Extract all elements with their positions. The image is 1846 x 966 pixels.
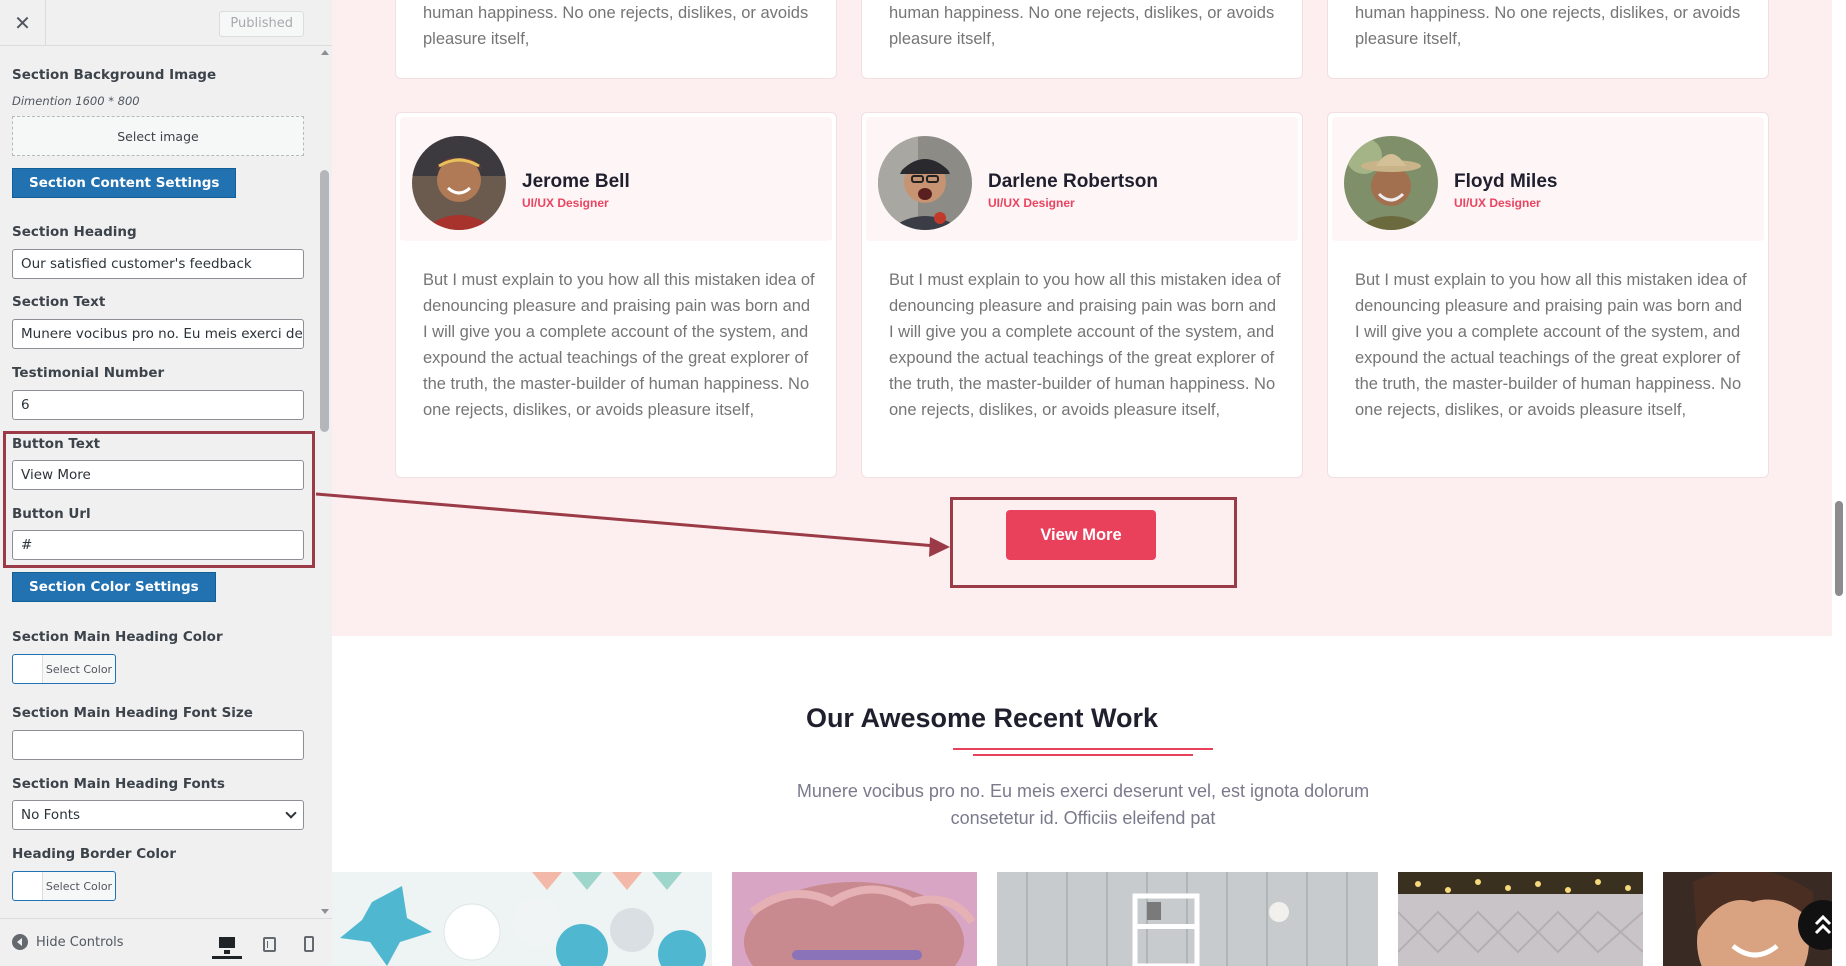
view-more-button[interactable]: View More: [1006, 510, 1156, 560]
work-image-pink-hair[interactable]: [732, 872, 977, 966]
recent-work-text: Munere vocibus pro no. Eu meis exerci de…: [796, 781, 1370, 828]
testimonial-text: human happiness. No one rejects, dislike…: [423, 4, 809, 48]
main-heading-font-size-input[interactable]: [12, 730, 304, 760]
testimonial-card: Jerome Bell UI/UX Designer But I must ex…: [395, 112, 837, 478]
panel-header: ✕ Published: [0, 0, 332, 46]
main-heading-fonts-label: Section Main Heading Fonts: [12, 776, 225, 792]
panel-controls: Section Background Image Dimention 1600 …: [0, 46, 318, 918]
tablet-preview-button[interactable]: [254, 929, 284, 959]
select-color-label: Select Color: [45, 879, 113, 893]
scroll-thumb[interactable]: [320, 170, 329, 432]
color-swatch: [13, 655, 43, 683]
color-swatch: [13, 872, 43, 900]
testimonial-text: But I must explain to you how all this m…: [1355, 271, 1747, 419]
preview-scroll-thumb[interactable]: [1835, 501, 1843, 596]
tablet-icon: [262, 936, 276, 952]
heading-border-color-label: Heading Border Color: [12, 846, 176, 862]
testimonial-text: But I must explain to you how all this m…: [889, 271, 1281, 419]
hide-controls-label: Hide Controls: [36, 934, 124, 950]
testimonial-name: Darlene Robertson: [988, 171, 1158, 192]
work-image-balloons[interactable]: [332, 872, 712, 966]
double-chevron-up-icon: [1814, 914, 1832, 935]
heading-border-color-picker[interactable]: Select Color: [12, 871, 116, 901]
testimonial-role: UI/UX Designer: [522, 196, 609, 210]
mobile-preview-button[interactable]: [294, 929, 324, 959]
work-image-shelves[interactable]: [997, 872, 1378, 966]
main-heading-font-size-label: Section Main Heading Font Size: [12, 705, 253, 721]
section-content-settings-button[interactable]: Section Content Settings: [12, 168, 237, 198]
testimonial-text: human happiness. No one rejects, dislike…: [1355, 4, 1741, 48]
testimonial-card: human happiness. No one rejects, dislike…: [861, 0, 1303, 79]
fonts-select-value: No Fonts: [21, 807, 81, 823]
section-color-settings-button[interactable]: Section Color Settings: [12, 572, 216, 602]
heading-underline: [953, 748, 1213, 750]
heading-underline: [973, 754, 1193, 756]
testimonial-role: UI/UX Designer: [988, 196, 1075, 210]
testimonial-text: But I must explain to you how all this m…: [423, 271, 815, 419]
avatar: [1344, 136, 1438, 230]
select-color-label: Select Color: [45, 662, 113, 676]
recent-work-heading: Our Awesome Recent Work: [805, 703, 1159, 733]
scroll-up-arrow-icon[interactable]: [321, 50, 329, 55]
testimonial-role: UI/UX Designer: [1454, 196, 1541, 210]
preview-scrollbar[interactable]: [1832, 0, 1846, 966]
testimonial-card: Floyd Miles UI/UX Designer But I must ex…: [1327, 112, 1769, 478]
desktop-preview-button[interactable]: [212, 929, 242, 959]
select-image-button[interactable]: Select image: [12, 116, 304, 156]
section-text-input[interactable]: Munere vocibus pro no. Eu meis exerci de…: [12, 319, 304, 349]
testimonial-header: Jerome Bell UI/UX Designer: [400, 117, 832, 241]
testimonial-card: human happiness. No one rejects, dislike…: [395, 0, 837, 79]
main-heading-color-picker[interactable]: Select Color: [12, 654, 116, 684]
bg-image-label: Section Background Image: [12, 67, 217, 83]
desktop-icon: [219, 937, 235, 954]
hide-controls-button[interactable]: Hide Controls: [12, 934, 124, 950]
main-heading-fonts-select[interactable]: No Fonts: [12, 800, 304, 830]
testimonial-name: Jerome Bell: [522, 171, 630, 192]
section-heading-input[interactable]: Our satisfied customer's feedback: [12, 249, 304, 279]
panel-scrollbar[interactable]: [318, 46, 332, 918]
testimonial-header: Darlene Robertson UI/UX Designer: [866, 117, 1298, 241]
testimonial-number-input[interactable]: 6: [12, 390, 304, 420]
testimonial-number-label: Testimonial Number: [12, 365, 165, 381]
work-image-lights[interactable]: [1398, 872, 1643, 966]
testimonial-card: Darlene Robertson UI/UX Designer But I m…: [861, 112, 1303, 478]
scroll-down-arrow-icon[interactable]: [321, 909, 329, 914]
testimonial-name: Floyd Miles: [1454, 171, 1558, 192]
section-heading-label: Section Heading: [12, 224, 137, 240]
avatar: [878, 136, 972, 230]
site-preview: human happiness. No one rejects, dislike…: [332, 0, 1832, 966]
avatar: [412, 136, 506, 230]
testimonial-card: human happiness. No one rejects, dislike…: [1327, 0, 1769, 79]
section-text-label: Section Text: [12, 294, 106, 310]
button-url-input[interactable]: #: [12, 530, 304, 560]
testimonial-section: human happiness. No one rejects, dislike…: [332, 0, 1832, 636]
button-text-label: Button Text: [12, 436, 101, 452]
button-text-input[interactable]: View More: [12, 460, 304, 490]
mobile-icon: [304, 936, 314, 952]
chevron-down-icon: [285, 807, 297, 819]
bg-image-description: Dimention 1600 * 800: [12, 94, 140, 108]
customizer-panel: ✕ Published Section Background Image Dim…: [0, 0, 332, 966]
collapse-icon: [12, 934, 28, 950]
published-button[interactable]: Published: [219, 11, 304, 37]
testimonial-text: human happiness. No one rejects, dislike…: [889, 4, 1275, 48]
testimonial-header: Floyd Miles UI/UX Designer: [1332, 117, 1764, 241]
panel-footer: Hide Controls: [0, 918, 332, 966]
button-url-label: Button Url: [12, 506, 91, 522]
main-heading-color-label: Section Main Heading Color: [12, 629, 223, 645]
close-button[interactable]: ✕: [0, 0, 46, 46]
